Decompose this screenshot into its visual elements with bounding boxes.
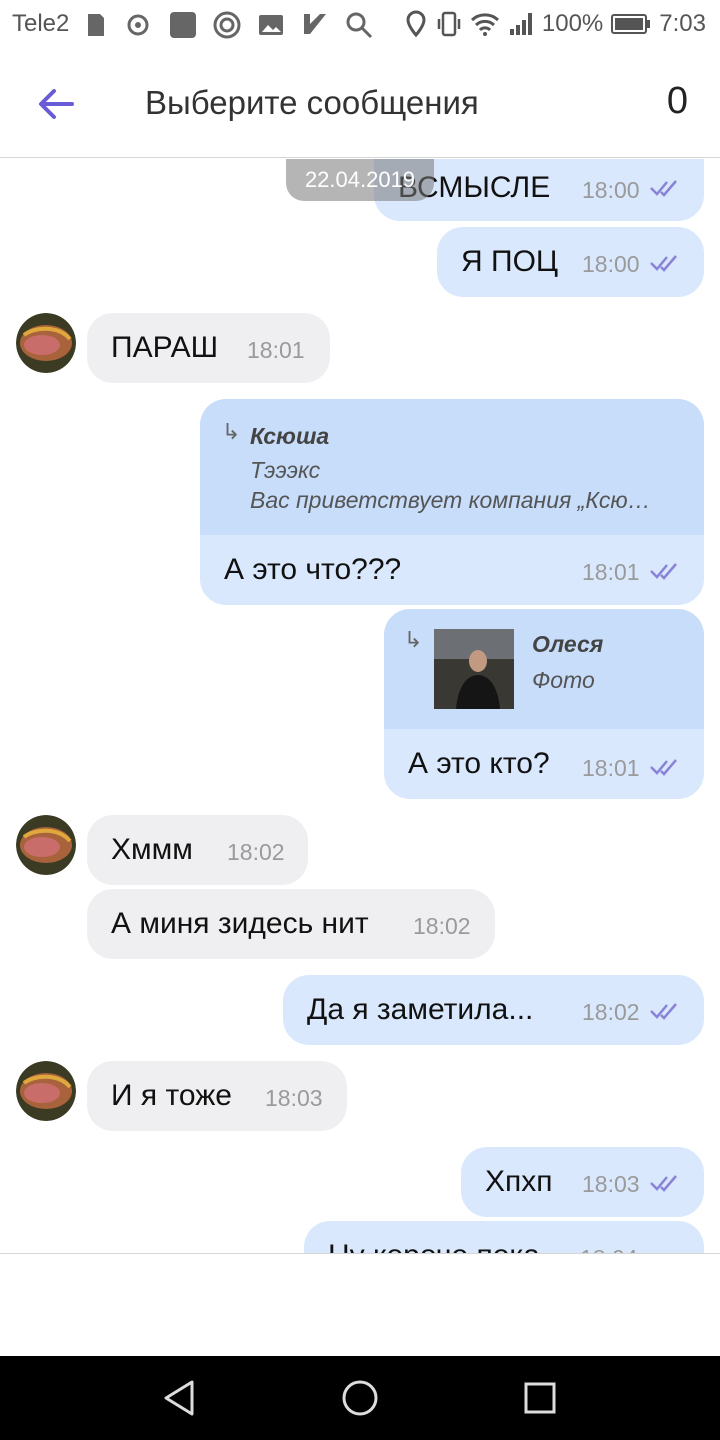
back-button[interactable] xyxy=(30,80,82,128)
quoted-message[interactable]: ↳ Олеся Фото xyxy=(384,609,704,729)
reply-arrow-icon: ↳ xyxy=(404,627,423,652)
quoted-photo-thumbnail[interactable] xyxy=(434,629,514,709)
battery-percent: 100% xyxy=(541,10,604,37)
avatar[interactable] xyxy=(16,815,76,875)
message-text: И я тоже xyxy=(111,1079,232,1112)
selected-count: 0 xyxy=(666,80,688,122)
message-time: 18:04 xyxy=(580,1245,638,1253)
message-text: Я ПОЦ xyxy=(461,245,559,278)
reply-arrow-icon: ↳ xyxy=(222,419,241,444)
search-icon xyxy=(346,12,373,39)
message-time: 18:03 xyxy=(265,1085,323,1111)
check-icon xyxy=(304,14,326,34)
arrow-left-icon xyxy=(39,89,74,119)
message-text: А это кто? xyxy=(408,747,550,780)
quoted-text: Вас приветствует компания „Ксю… xyxy=(250,487,651,513)
bottom-panel xyxy=(0,1253,720,1356)
message-bubble-outgoing[interactable]: Да я заметила... 18:02 xyxy=(283,975,704,1045)
app-icon xyxy=(170,12,196,38)
message-time: 18:02 xyxy=(227,839,285,865)
avatar[interactable] xyxy=(16,313,76,373)
double-check-icon xyxy=(650,759,677,776)
avatar-image xyxy=(16,313,76,373)
quoted-text: Фото xyxy=(532,667,595,693)
image-icon xyxy=(259,15,283,35)
message-bubble-incoming[interactable]: А миня зидесь нит 18:02 xyxy=(87,889,495,959)
message-time: 18:01 xyxy=(247,337,305,363)
message-text: Хммм xyxy=(111,833,193,866)
system-icons: 100% 7:03 xyxy=(404,10,706,38)
message-time: 18:00 xyxy=(582,177,640,203)
message-text: А миня зидесь нит xyxy=(111,907,369,940)
message-time: 18:00 xyxy=(582,251,640,277)
quoted-text: Тэээкс xyxy=(250,457,321,483)
double-check-icon xyxy=(650,180,677,197)
wifi-icon xyxy=(470,13,499,36)
message-time: 18:03 xyxy=(582,1171,640,1197)
date-separator: 22.04.2019 xyxy=(286,159,434,201)
message-time: 18:02 xyxy=(413,913,471,939)
avatar-image xyxy=(16,815,76,875)
target-icon xyxy=(213,11,241,39)
message-bubble-incoming[interactable]: ПАРАШ 18:01 xyxy=(87,313,330,383)
double-check-icon xyxy=(650,1003,677,1020)
sd-card-icon xyxy=(88,14,104,36)
message-bubble-outgoing-reply[interactable]: ↳ Олеся Фото А это кто? 18:01 xyxy=(384,609,704,799)
system-nav-bar xyxy=(0,1356,720,1440)
back-triangle-icon[interactable] xyxy=(158,1376,202,1420)
page-title: Выберите сообщения xyxy=(145,84,479,121)
vibrate-icon xyxy=(437,11,461,37)
quoted-author: Олеся xyxy=(532,631,604,657)
battery-icon xyxy=(611,14,651,34)
message-time: 18:02 xyxy=(582,999,640,1025)
message-bubble-outgoing-reply[interactable]: ↳ Ксюша Тэээкс Вас приветствует компания… xyxy=(200,399,704,605)
message-text: Хпхп xyxy=(485,1165,553,1198)
recents-square-icon[interactable] xyxy=(518,1376,562,1420)
message-text: Ну короче пока xyxy=(328,1239,540,1253)
message-bubble-outgoing[interactable]: Хпхп 18:03 xyxy=(461,1147,704,1217)
double-check-icon xyxy=(650,1175,677,1192)
message-bubble-incoming[interactable]: И я тоже 18:03 xyxy=(87,1061,347,1131)
double-check-icon xyxy=(650,255,677,272)
double-check-icon xyxy=(650,563,677,580)
avatar[interactable] xyxy=(16,1061,76,1121)
message-bubble-outgoing[interactable]: Я ПОЦ 18:00 xyxy=(437,227,704,297)
hotspot-icon xyxy=(127,14,149,36)
location-icon xyxy=(406,10,426,38)
message-text: А это что??? xyxy=(224,553,402,586)
message-text: Да я заметила... xyxy=(307,993,534,1026)
message-time: 18:01 xyxy=(582,559,640,585)
quoted-author: Ксюша xyxy=(250,423,330,449)
app-header: Выберите сообщения 0 xyxy=(0,50,720,158)
home-circle-icon[interactable] xyxy=(338,1376,382,1420)
avatar-image xyxy=(16,1061,76,1121)
notification-icons xyxy=(80,10,374,40)
quoted-message[interactable]: ↳ Ксюша Тэээкс Вас приветствует компания… xyxy=(200,399,704,535)
status-bar: Tele2 100% 7:03 xyxy=(0,0,720,50)
carrier-label: Tele2 xyxy=(12,10,70,37)
message-time: 18:01 xyxy=(582,755,640,781)
clock: 7:03 xyxy=(659,10,706,37)
message-list[interactable]: 22.04.2019 ВСМЫСЛЕ 18:00 Я ПОЦ 18:00 ПАР… xyxy=(0,159,720,1253)
message-bubble-outgoing[interactable]: Ну короче пока 18:04 xyxy=(304,1221,704,1253)
message-text: ПАРАШ xyxy=(111,331,219,364)
message-bubble-incoming[interactable]: Хммм 18:02 xyxy=(87,815,308,885)
signal-icon xyxy=(509,13,532,35)
